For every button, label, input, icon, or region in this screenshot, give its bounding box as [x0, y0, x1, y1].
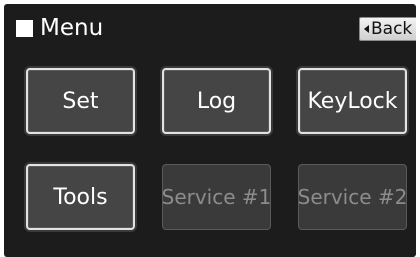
header-bar: Menu Back: [4, 4, 416, 52]
tools-button[interactable]: Tools: [26, 164, 135, 230]
back-button[interactable]: Back: [359, 17, 416, 41]
page-title: Menu: [40, 15, 104, 41]
service-1-button: Service #1: [162, 164, 271, 230]
service-2-button: Service #2: [298, 164, 407, 230]
keylock-button[interactable]: KeyLock: [298, 68, 407, 134]
menu-screen: Menu Back Set Log KeyLock Tools Service …: [4, 4, 416, 257]
log-button[interactable]: Log: [162, 68, 271, 134]
white-square-icon: [16, 20, 33, 37]
back-button-label: Back: [371, 19, 413, 39]
set-button[interactable]: Set: [26, 68, 135, 134]
back-arrow-icon: [364, 25, 369, 33]
